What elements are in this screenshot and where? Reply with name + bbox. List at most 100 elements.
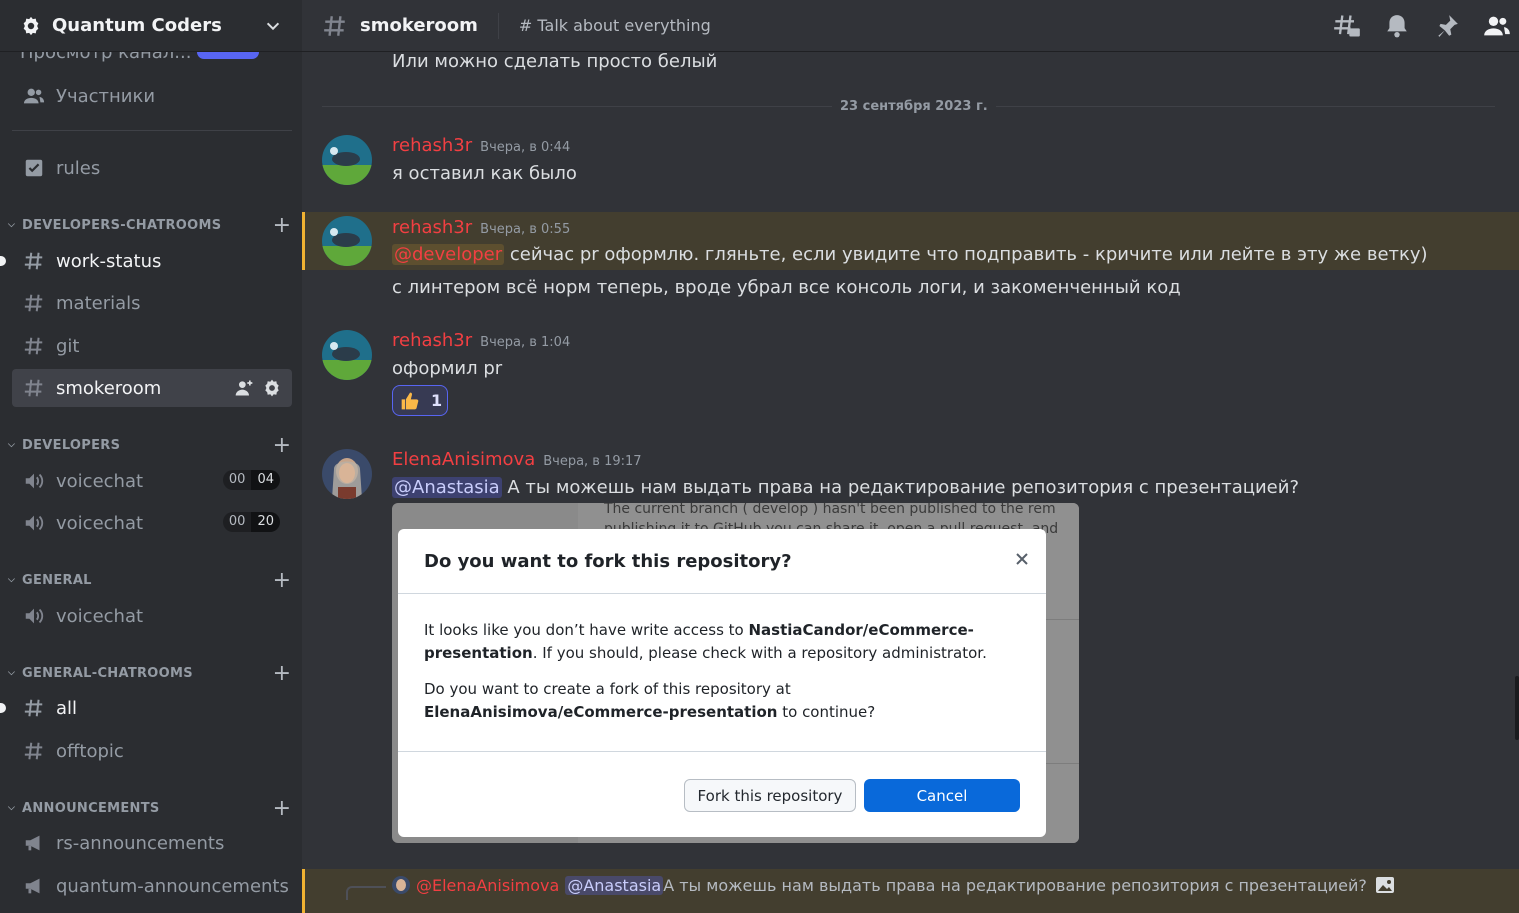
fork-repository-button[interactable]: Fork this repository [684,779,856,812]
sidebar-item-materials[interactable]: materials [12,284,292,322]
sidebar-item-voicechat[interactable]: voicechat [12,597,292,635]
sidebar-item-all[interactable]: all [0,689,292,727]
sidebar-item-git[interactable]: git [12,327,292,365]
image-icon [1375,877,1394,893]
category-announcements[interactable]: ⌵ ANNOUNCEMENTS + [8,796,294,821]
avatar[interactable] [322,135,372,185]
message-content: я оставил как было [392,163,577,184]
channel-label: smokeroom [56,377,162,399]
channel-topic[interactable]: # Talk about everything [519,16,711,35]
avatar[interactable] [322,216,372,266]
bell-icon[interactable] [1383,12,1411,40]
add-channel-icon[interactable]: + [270,796,294,821]
reply-spine [346,886,386,900]
unread-indicator [0,256,6,266]
threads-icon[interactable] [1333,12,1361,40]
date-divider-label: 23 сентября 2023 г. [832,99,996,114]
add-channel-icon[interactable]: + [270,433,294,458]
category-developers[interactable]: ⌵ DEVELOPERS + [8,433,294,458]
channel-label: git [56,335,80,357]
hash-icon [22,696,46,720]
members-label: Участники [56,85,156,107]
category-developers-chatrooms[interactable]: ⌵ DEVELOPERS-CHATROOMS + [8,213,294,238]
hash-icon [22,376,46,400]
message-author[interactable]: rehash3r Вчера, в 0:55 [392,217,570,238]
hash-icon [324,15,345,36]
sidebar-item-members[interactable]: Участники [12,77,292,115]
speaker-icon [22,469,46,493]
server-gear-icon [23,16,39,35]
category-caret-icon: ⌵ [8,803,16,813]
gear-icon[interactable] [262,378,282,398]
reply-preview[interactable]: @ElenaAnisimova @Anastasia А ты можешь н… [392,875,1395,895]
category-caret-icon: ⌵ [8,668,16,678]
message-list: Или можно сделать просто белый 23 сентяб… [302,53,1519,913]
message-author[interactable]: rehash3r Вчера, в 0:44 [392,135,570,156]
member-list-icon[interactable] [1483,12,1511,40]
message-content: Или можно сделать просто белый [392,53,718,72]
category-caret-icon: ⌵ [8,220,16,230]
unread-indicator [0,703,6,713]
dialog-paragraph: It looks like you don’t have write acces… [424,621,987,662]
invite-user-icon[interactable] [234,378,254,398]
message-author[interactable]: rehash3r Вчера, в 1:04 [392,330,570,351]
add-channel-icon[interactable]: + [270,213,294,238]
channel-title: smokeroom [360,15,478,36]
sidebar-item-rs-announcements[interactable]: rs-announcements [12,824,292,862]
sidebar-item-quantum-announcements[interactable]: quantum-announcements [12,867,292,905]
channel-label: all [56,697,78,719]
reaction-thumbs-up[interactable]: 1 [392,385,448,416]
category-label: ANNOUNCEMENTS [22,800,160,816]
close-icon[interactable] [1014,551,1030,567]
channel-label: voicechat [56,470,144,492]
sidebar-item-smokeroom[interactable]: smokeroom [12,369,292,407]
hash-icon [22,334,46,358]
dialog-divider [398,751,1046,752]
category-label: DEVELOPERS [22,437,121,453]
server-header[interactable]: Quantum Coders [0,0,302,52]
header-divider [497,12,499,39]
voice-user-count: 00 20 [222,512,280,532]
message-content: с линтером всё норм теперь, вроде убрал … [392,277,1181,298]
user-mention[interactable]: @Anastasia [392,477,502,498]
message-content: @developer сейчас pr оформлю. гляньте, е… [392,244,1428,265]
reaction-count: 1 [431,391,443,410]
sidebar-item-voicechat[interactable]: voicechat 00 20 [12,504,292,542]
thumbs-up-icon [401,392,419,409]
category-general-chatrooms[interactable]: ⌵ GENERAL-CHATROOMS + [8,661,294,686]
sidebar-item-offtopic[interactable]: offtopic [12,732,292,770]
channel-label: offtopic [56,740,124,762]
pin-icon[interactable] [1433,12,1461,40]
chevron-down-icon[interactable] [264,17,282,35]
message-author[interactable]: ElenaAnisimova Вчера, в 19:17 [392,449,642,470]
sidebar-item-work-status[interactable]: work-status [0,242,292,280]
channel-label: work-status [56,250,162,272]
add-channel-icon[interactable]: + [270,661,294,686]
cancel-button[interactable]: Cancel [864,779,1020,812]
channel-label: rs-announcements [56,832,225,854]
discord-app: Quantum Coders Просмотр канал... Участни… [0,0,1519,913]
sidebar-item-voicechat[interactable]: voicechat 00 04 [12,462,292,500]
scrollbar-thumb[interactable] [1515,676,1519,740]
avatar[interactable] [322,330,372,380]
channel-label: materials [56,292,141,314]
add-channel-icon[interactable]: + [270,568,294,593]
server-name: Quantum Coders [52,15,222,36]
message-timestamp: Вчера, в 19:17 [543,454,642,469]
category-label: GENERAL [22,572,92,588]
hash-icon [22,291,46,315]
reply-text: А ты можешь нам выдать права на редактир… [663,875,1367,895]
dialog-paragraph: Do you want to create a fork of this rep… [424,680,876,721]
sidebar-item-rules[interactable]: rules [12,149,292,187]
channel-label: voicechat [56,512,144,534]
image-attachment[interactable]: The current branch ( develop ) hasn't be… [392,503,1079,843]
category-general[interactable]: ⌵ GENERAL + [8,568,294,593]
user-mention[interactable]: @Anastasia [565,875,664,895]
rules-checkbox-icon [22,156,46,180]
user-mention[interactable]: @developer [392,244,505,265]
avatar[interactable] [322,449,372,499]
reply-author[interactable]: @ElenaAnisimova [416,876,559,895]
sidebar-divider [12,130,292,131]
category-label: GENERAL-CHATROOMS [22,665,193,681]
fork-dialog: Do you want to fork this repository? It … [398,529,1046,837]
